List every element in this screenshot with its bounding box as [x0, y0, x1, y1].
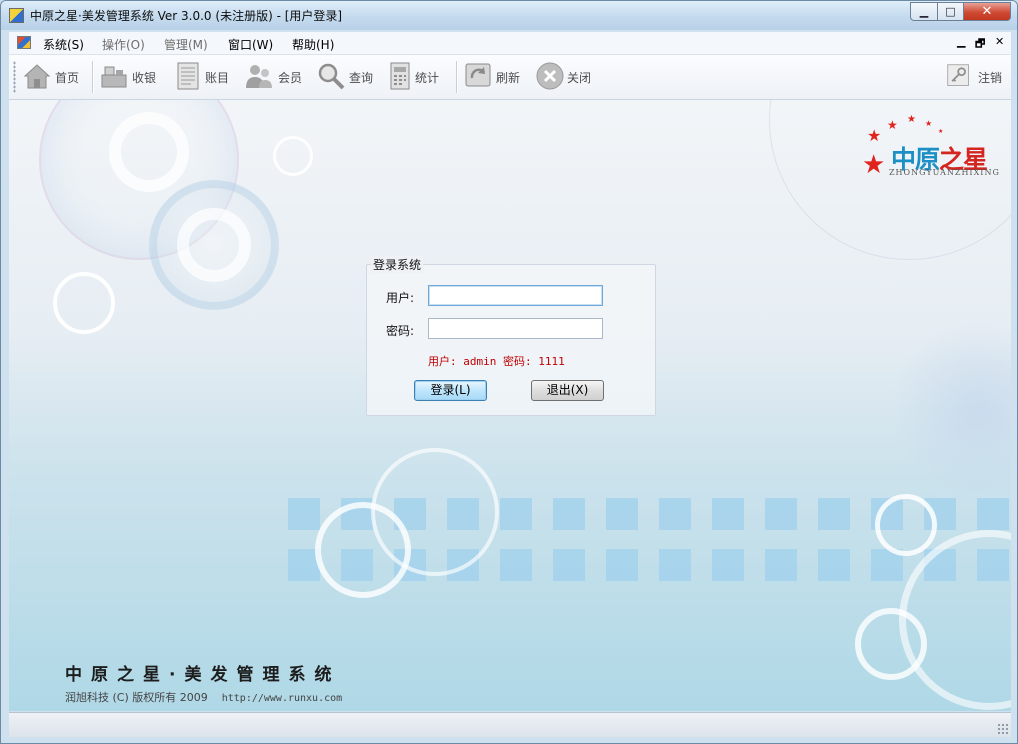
close-icon — [536, 62, 564, 90]
toolbar-search-button[interactable]: 查询 — [316, 60, 378, 94]
password-label: 密码: — [386, 324, 415, 338]
menu-bar: 系统(S) 操作(O) 管理(M) 窗口(W) 帮助(H) ▁ 🗗 ✕ — [9, 32, 1011, 55]
decorative-tile — [553, 549, 585, 581]
toolbar-search-label: 查询 — [349, 71, 374, 85]
password-input[interactable] — [428, 318, 603, 339]
decorative-tile — [606, 549, 638, 581]
decorative-tile — [659, 549, 691, 581]
footer-url: http://www.runxu.com — [221, 693, 343, 704]
menu-operation[interactable]: 操作(O) — [102, 36, 145, 53]
decorative-tile — [500, 549, 532, 581]
decorative-ring — [855, 608, 927, 680]
search-icon — [318, 63, 345, 90]
toolbar-statistics-label: 统计 — [415, 71, 440, 85]
footer-copyright: 润旭科技 (C) 版权所有 2009 http://www.runxu.com — [65, 689, 342, 705]
toolbar-close-label: 关闭 — [567, 71, 592, 85]
logo-star: ★ — [887, 118, 898, 132]
members-icon — [246, 65, 272, 88]
logo-star: ★ — [907, 114, 916, 125]
decorative-ring — [177, 208, 251, 282]
menu-management[interactable]: 管理(M) — [164, 36, 208, 53]
toolbar-logout-label: 注销 — [978, 71, 1003, 85]
ledger-icon — [177, 62, 199, 90]
home-icon — [23, 64, 51, 89]
mdi-minimize-button[interactable]: ▁ — [957, 35, 965, 48]
decorative-tile — [500, 498, 532, 530]
mdi-workspace: ★ ★ ★ ★ ★ ★ 中原之星 ZHONGYUANZHIXING 登录系统 用… — [9, 100, 1011, 711]
toolbar-members-button[interactable]: 会员 — [244, 60, 306, 94]
logo-star: ★ — [862, 150, 886, 180]
toolbar-cashier-label: 收银 — [132, 71, 157, 85]
resize-grip[interactable] — [997, 723, 1008, 734]
decorative-tile — [818, 498, 850, 530]
toolbar-logout-button[interactable]: 注销 — [946, 60, 1006, 94]
toolbar-separator — [92, 61, 94, 93]
decorative-ring — [315, 502, 411, 598]
toolbar-cashier-button[interactable]: 收银 — [99, 60, 161, 94]
window-title: 中原之星·美发管理系统 Ver 3.0.0 (未注册版) - [用户登录] — [30, 9, 343, 23]
decorative-tile — [553, 498, 585, 530]
close-window-button[interactable]: ✕ — [963, 2, 1011, 21]
toolbar-statistics-button[interactable]: 统计 — [386, 60, 448, 94]
title-bar[interactable]: 中原之星·美发管理系统 Ver 3.0.0 (未注册版) - [用户登录] ▁ … — [1, 1, 1017, 30]
user-input[interactable] — [428, 285, 603, 306]
menu-system[interactable]: 系统(S) — [43, 36, 84, 53]
logo-star: ★ — [938, 128, 944, 135]
status-bar — [9, 712, 1011, 737]
decorative-ring — [875, 494, 937, 556]
login-button[interactable]: 登录(L) — [414, 380, 487, 401]
mdi-restore-button[interactable]: 🗗 — [975, 35, 985, 54]
toolbar-home-label: 首页 — [55, 71, 80, 85]
user-label: 用户: — [386, 291, 415, 305]
toolbar-members-label: 会员 — [278, 71, 303, 85]
minimize-button[interactable]: ▁ — [910, 2, 938, 21]
decorative-ring — [109, 112, 189, 192]
logo-star: ★ — [925, 119, 933, 128]
decorative-tile — [288, 498, 320, 530]
decorative-tile — [606, 498, 638, 530]
decorative-glow — [889, 320, 1011, 500]
exit-button[interactable]: 退出(X) — [531, 380, 604, 401]
app-icon[interactable] — [9, 8, 24, 23]
maximize-button[interactable]: □ — [937, 2, 964, 21]
cashier-icon — [101, 66, 127, 88]
toolbar-close-button[interactable]: 关闭 — [535, 60, 597, 94]
menu-window[interactable]: 窗口(W) — [228, 36, 273, 53]
decorative-tile — [818, 549, 850, 581]
login-groupbox: 登录系统 用户: 密码: 用户: admin 密码: 1111 登录(L) 退出… — [366, 256, 656, 416]
footer-product-title: 中原之星·美发管理系统 — [65, 665, 341, 685]
logout-key-icon — [947, 64, 969, 86]
copyright-text: 润旭科技 (C) 版权所有 2009 — [65, 691, 208, 704]
main-window: 中原之星·美发管理系统 Ver 3.0.0 (未注册版) - [用户登录] ▁ … — [0, 0, 1018, 744]
decorative-tile — [659, 498, 691, 530]
decorative-tile — [765, 549, 797, 581]
toolbar-separator — [456, 61, 458, 93]
decorative-ring — [273, 136, 313, 176]
login-hint: 用户: admin 密码: 1111 — [428, 355, 565, 368]
decorative-tile — [712, 498, 744, 530]
menu-help[interactable]: 帮助(H) — [292, 36, 334, 53]
decorative-ring — [53, 272, 115, 334]
toolbar-refresh-label: 刷新 — [496, 71, 521, 85]
decorative-tile — [765, 498, 797, 530]
toolbar-ledger-button[interactable]: 账目 — [173, 60, 235, 94]
toolbar: 首页 收银 账目 会员 查询 统计 刷新 关闭 注销 — [9, 55, 1011, 100]
logo-star: ★ — [867, 126, 882, 145]
mdi-close-button[interactable]: ✕ — [995, 35, 1004, 48]
statistics-icon — [390, 62, 410, 90]
decorative-tile — [712, 549, 744, 581]
refresh-icon — [465, 63, 491, 87]
brand-logo: ★ ★ ★ ★ ★ ★ 中原之星 ZHONGYUANZHIXING — [859, 114, 999, 180]
decorative-tile — [977, 498, 1009, 530]
toolbar-ledger-label: 账目 — [205, 71, 230, 85]
login-legend: 登录系统 — [371, 256, 424, 273]
mdi-child-icon[interactable] — [17, 36, 31, 49]
toolbar-refresh-button[interactable]: 刷新 — [463, 60, 525, 94]
toolbar-home-button[interactable]: 首页 — [22, 60, 84, 94]
logo-pinyin: ZHONGYUANZHIXING — [889, 168, 1000, 177]
toolbar-grip[interactable] — [13, 61, 16, 93]
